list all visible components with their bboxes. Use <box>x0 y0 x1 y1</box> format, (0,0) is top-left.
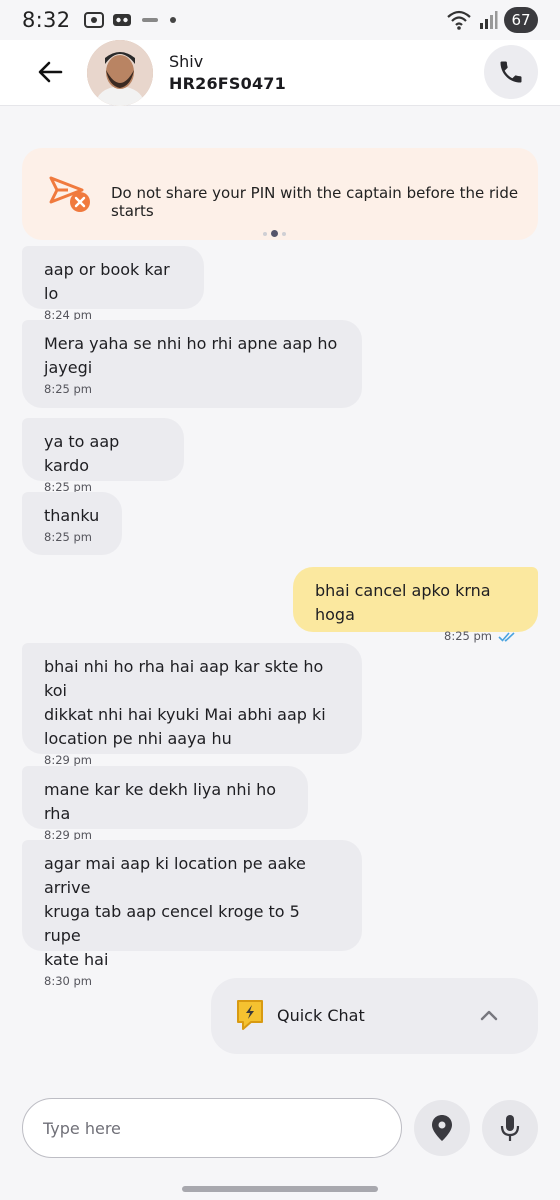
signal-icon <box>480 11 498 29</box>
quick-chat-label: Quick Chat <box>277 1006 365 1025</box>
message-text: mane kar ke dekh liya nhi ho rha <box>44 780 277 823</box>
message-text: dikkat nhi hai kyuki Mai abhi aap ki <box>44 705 326 724</box>
wifi-icon <box>447 10 471 30</box>
voicemail-icon <box>113 14 132 26</box>
pagination-dot <box>263 231 267 236</box>
message-time: 8:29 pm <box>44 753 92 767</box>
quick-chat-button[interactable]: Quick Chat <box>211 978 538 1054</box>
message-text: aap or book kar lo <box>44 260 170 303</box>
incoming-message[interactable]: agar mai aap ki location pe aake arrive … <box>22 840 362 988</box>
message-time: 8:25 pm <box>444 629 492 643</box>
status-bar: 8:32 67 <box>0 0 560 40</box>
microphone-icon <box>500 1115 520 1141</box>
back-arrow-icon <box>38 61 63 83</box>
back-button[interactable] <box>30 54 70 90</box>
incoming-message[interactable]: ya to aap kardo 8:25 pm <box>22 418 184 494</box>
incoming-message[interactable]: bhai nhi ho rha hai aap kar skte ho koi … <box>22 643 362 767</box>
status-time: 8:32 <box>22 8 71 32</box>
message-text: Mera yaha se nhi ho rhi apne aap ho <box>44 334 338 353</box>
incoming-message[interactable]: Mera yaha se nhi ho rhi apne aap ho jaye… <box>22 320 362 408</box>
avatar-photo <box>87 40 153 106</box>
battery-indicator: 67 <box>504 7 538 33</box>
pagination-dot-active <box>271 230 278 237</box>
message-text: agar mai aap ki location pe aake arrive <box>44 854 306 897</box>
message-time: 8:25 pm <box>44 382 92 396</box>
message-text: ya to aap kardo <box>44 432 120 475</box>
message-text: location pe nhi aaya hu <box>44 729 232 748</box>
no-share-icon <box>49 176 90 212</box>
screen-record-icon <box>84 12 105 28</box>
vehicle-number: HR26FS0471 <box>169 74 286 93</box>
message-text: kruga tab aap cencel kroge to 5 rupe <box>44 902 300 945</box>
message-meta: 8:25 pm <box>315 629 516 643</box>
incoming-message[interactable]: mane kar ke dekh liya nhi ho rha 8:29 pm <box>22 766 308 842</box>
chevron-up-icon <box>480 1010 498 1021</box>
chat-header: Shiv HR26FS0471 <box>0 40 560 106</box>
message-text: kate hai <box>44 950 109 969</box>
message-composer <box>22 1098 402 1158</box>
pin-safety-banner: Do not share your PIN with the captain b… <box>22 148 538 240</box>
message-text: bhai cancel apko krna hoga <box>315 581 491 624</box>
share-location-button[interactable] <box>414 1100 470 1156</box>
read-ticks-icon <box>498 631 515 642</box>
pagination-dot <box>282 231 286 236</box>
message-text: thanku <box>44 506 100 525</box>
banner-pagination <box>263 230 286 237</box>
incoming-message[interactable]: thanku 8:25 pm <box>22 492 122 555</box>
voice-message-button[interactable] <box>482 1100 538 1156</box>
quick-chat-icon <box>237 1000 263 1030</box>
notification-dot-icon <box>170 17 177 23</box>
location-pin-icon <box>432 1115 452 1141</box>
message-input[interactable] <box>43 1113 383 1143</box>
message-text: jayegi <box>44 358 93 377</box>
call-button[interactable] <box>484 45 538 99</box>
driver-name: Shiv <box>169 52 204 71</box>
outgoing-message[interactable]: bhai cancel apko krna hoga 8:25 pm <box>293 567 538 643</box>
message-time: 8:25 pm <box>44 530 92 544</box>
incoming-message[interactable]: aap or book kar lo 8:24 pm <box>22 246 204 322</box>
driver-avatar <box>87 40 153 106</box>
phone-icon <box>500 61 522 83</box>
home-indicator[interactable] <box>182 1186 378 1192</box>
banner-text: Do not share your PIN with the captain b… <box>111 184 519 220</box>
app-notification-icon <box>142 18 159 22</box>
message-text: bhai nhi ho rha hai aap kar skte ho koi <box>44 657 324 700</box>
